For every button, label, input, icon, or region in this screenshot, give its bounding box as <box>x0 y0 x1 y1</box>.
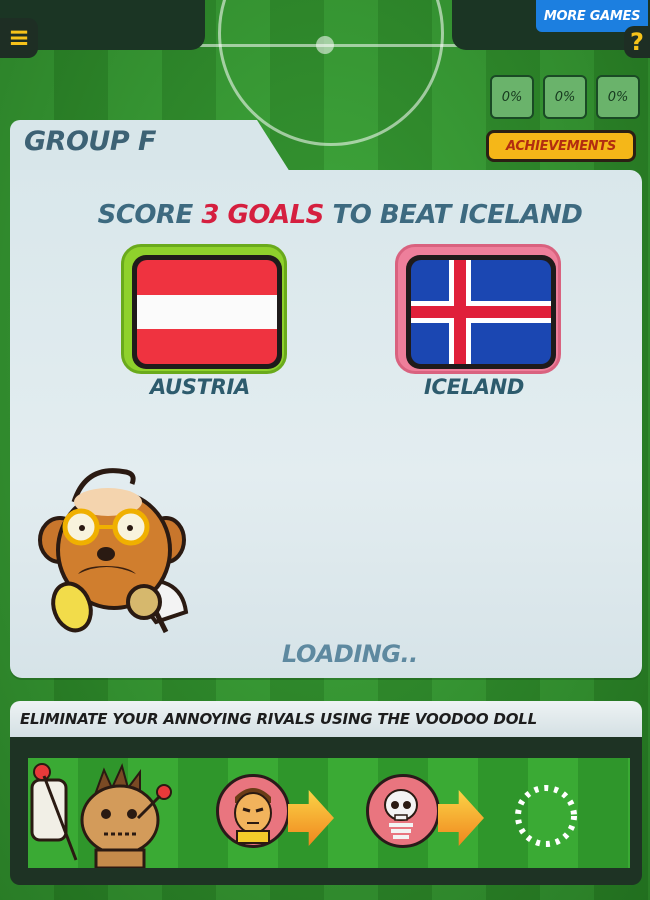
loading-status: LOADING.. <box>282 640 418 668</box>
loading-spinner-icon <box>515 785 577 847</box>
away-team-flag <box>395 244 561 374</box>
voodoo-doll-icon <box>30 763 172 868</box>
rival-face-icon <box>234 788 272 844</box>
skeleton-icon <box>366 774 440 848</box>
detective-mascot-icon <box>38 468 189 634</box>
question-icon: ? <box>630 28 644 56</box>
group-title: GROUP F <box>24 126 156 157</box>
objective-goals: 3 GOALS <box>201 200 324 230</box>
objective-prefix: SCORE <box>97 200 194 230</box>
away-team-name: ICELAND <box>423 375 525 399</box>
austria-flag-icon <box>132 255 282 369</box>
progress-badge-1: 0% <box>490 75 534 119</box>
progress-badge-3: 0% <box>596 75 640 119</box>
progress-badge-2: 0% <box>543 75 587 119</box>
achievements-button[interactable]: ACHIEVEMENTS <box>486 130 636 162</box>
iceland-flag-icon <box>406 255 556 369</box>
help-button[interactable]: ? <box>624 26 650 58</box>
tip-text: ELIMINATE YOUR ANNOYING RIVALS USING THE… <box>20 710 538 728</box>
rival-player-icon <box>216 774 290 848</box>
menu-button[interactable]: ≡ <box>0 18 38 58</box>
skull-icon <box>384 789 418 839</box>
home-team-name: AUSTRIA <box>150 375 250 399</box>
hamburger-icon: ≡ <box>8 23 30 53</box>
objective-suffix: TO BEAT ICELAND <box>332 200 583 230</box>
match-objective: SCORE 3 GOALS TO BEAT ICELAND <box>0 200 650 230</box>
home-team-flag <box>121 244 287 374</box>
